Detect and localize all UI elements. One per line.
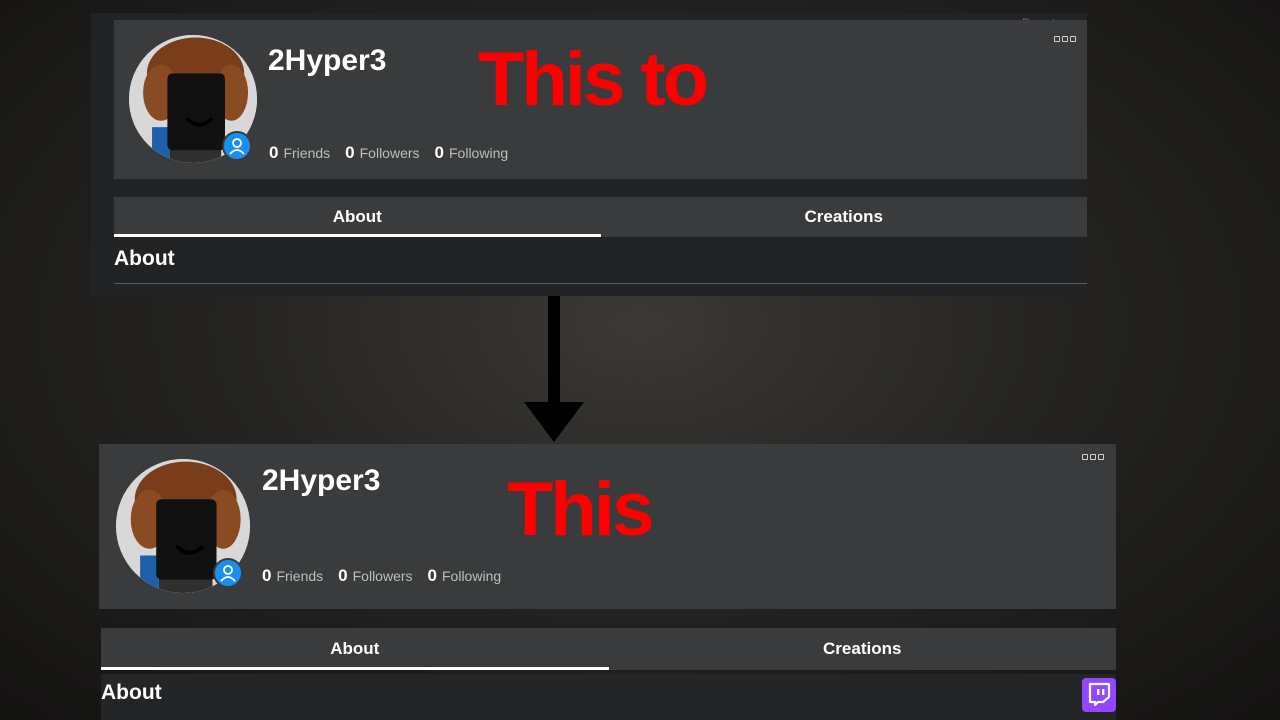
tab-creations[interactable]: Creations xyxy=(601,197,1088,237)
profile-stats: 0 Friends 0 Followers 0 Following xyxy=(262,566,516,586)
profile-tabs: About Creations xyxy=(101,628,1116,670)
stat-label: Followers xyxy=(359,145,420,161)
twitch-icon[interactable] xyxy=(1082,678,1116,712)
more-options-icon[interactable] xyxy=(1082,454,1104,460)
profile-panel-after: 2Hyper3 This 0 Friends 0 Followers 0 Fol… xyxy=(99,444,1116,720)
stat-followers[interactable]: 0 Followers xyxy=(338,566,412,586)
stat-label: Friends xyxy=(276,568,324,584)
stat-count: 0 xyxy=(427,566,437,585)
tab-creations[interactable]: Creations xyxy=(609,628,1117,670)
about-section xyxy=(101,674,1116,720)
stat-friends[interactable]: 0 Friends xyxy=(262,566,323,586)
stat-label: Friends xyxy=(283,145,331,161)
profile-panel-before: Report 2Hyper3 This to xyxy=(91,13,1087,296)
stat-count: 0 xyxy=(434,143,444,162)
overlay-annotation: This xyxy=(507,467,654,552)
user-badge-icon xyxy=(213,558,243,588)
down-arrow-icon xyxy=(524,296,584,442)
username: 2Hyper3 xyxy=(268,44,387,77)
tab-about[interactable]: About xyxy=(101,628,609,670)
tab-about[interactable]: About xyxy=(114,197,601,237)
more-options-icon[interactable] xyxy=(1054,36,1076,42)
section-title-about: About xyxy=(114,247,175,270)
section-title-about: About xyxy=(101,681,162,704)
stat-count: 0 xyxy=(269,143,279,162)
profile-stats: 0 Friends 0 Followers 0 Following xyxy=(269,143,523,163)
overlay-annotation: This to xyxy=(478,37,709,122)
stat-count: 0 xyxy=(338,566,348,585)
stat-label: Following xyxy=(442,568,502,584)
user-badge-icon xyxy=(222,131,252,161)
stat-label: Followers xyxy=(352,568,413,584)
stat-label: Following xyxy=(449,145,509,161)
stat-count: 0 xyxy=(262,566,272,585)
divider xyxy=(114,283,1087,284)
stat-following[interactable]: 0 Following xyxy=(428,566,502,586)
stat-friends[interactable]: 0 Friends xyxy=(269,143,330,163)
profile-header-card: 2Hyper3 This 0 Friends 0 Followers 0 Fol… xyxy=(99,444,1116,609)
stat-following[interactable]: 0 Following xyxy=(435,143,509,163)
profile-tabs: About Creations xyxy=(114,197,1087,237)
profile-header-card: 2Hyper3 This to 0 Friends 0 Followers 0 … xyxy=(114,20,1087,179)
username: 2Hyper3 xyxy=(262,464,381,497)
stat-count: 0 xyxy=(345,143,355,162)
stat-followers[interactable]: 0 Followers xyxy=(345,143,419,163)
